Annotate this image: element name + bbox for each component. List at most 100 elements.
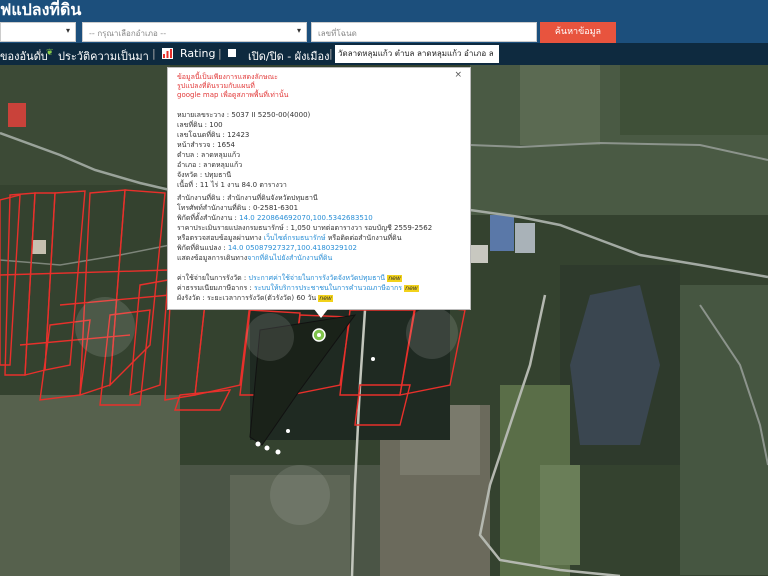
land-no-row: เลขที่ดิน : 100 [177, 121, 223, 131]
parcel-coord-label: พิกัดที่ดินแปลง : [177, 244, 226, 252]
district-label: อำเภอ : [177, 161, 201, 169]
office-value: สำนักงานที่ดินจังหวัดปทุมธานี [227, 194, 318, 202]
price-row: ราคาประเมินรายแปลงกรมธนารักษ์ : 1,050 บา… [177, 224, 432, 234]
leaf-icon: ❦ [46, 48, 54, 58]
toolbar-item-history[interactable]: ประวัติความเป็นมา [58, 47, 149, 65]
check-row: หรือตรวจสอบข้อมูลผ่านทาง เว็บไซต์กรมธนาร… [177, 234, 402, 244]
caret-down-icon: ▾ [65, 26, 70, 35]
duration-label: ผังรังวัด : [177, 294, 205, 302]
area-value: 11 ไร่ 1 งาน 84.0 ตารางวา [199, 181, 287, 189]
check-suffix: หรือติดต่อสำนักงานที่ดิน [327, 234, 402, 242]
tax-link[interactable]: ระบบให้บริการประชาชนในการคำนวณภาษีอากร [254, 284, 402, 292]
office-row: สำนักงานที่ดิน : สำนักงานที่ดินจังหวัดปท… [177, 194, 318, 204]
toolbar-divider: | [218, 47, 222, 60]
chart-icon [162, 48, 173, 59]
page-row: หน้าสำรวจ : 1654 [177, 141, 235, 151]
tax-row: ค่าธรรมเนียมภาษีอากร : ระบบให้บริการประช… [177, 284, 419, 294]
district-select-value: -- กรุณาเลือกอำเภอ -- [89, 29, 167, 38]
parcel-coord-link[interactable]: 14.0 05087927327,100.4180329102 [228, 244, 357, 252]
parcel-coord-row: พิกัดที่ดินแปลง : 14.0 05087927327,100.4… [177, 244, 357, 254]
district-value: ลาดหลุมแก้ว [203, 161, 243, 169]
page-title: ฟแปลงที่ดิน [0, 0, 82, 19]
route-text: แสดงข้อมูลการเดินทาง [177, 254, 248, 262]
office-coord-link[interactable]: 14.0 220864692070,100.5342683510 [239, 214, 373, 222]
deed-row: เลขโฉนดที่ดิน : 12423 [177, 131, 249, 141]
area-row: เนื้อที่ : 11 ไร่ 1 งาน 84.0 ตารางวา [177, 181, 287, 191]
field-area [520, 65, 600, 145]
treasury-link[interactable]: เว็บไซต์กรมธนารักษ์ [264, 234, 326, 242]
fee-link[interactable]: ประกาศค่าใช้จ่ายในการรังวัดจังหวัดปทุมธา… [249, 274, 386, 282]
deed-value: 12423 [227, 131, 250, 139]
land-no-label: เลขที่ดิน : [177, 121, 207, 129]
field-area [620, 65, 768, 135]
survey-point [371, 357, 375, 361]
building [490, 215, 514, 251]
app-header: ฟแปลงที่ดิน ▾ -- กรุณาเลือกอำเภอ -- ▾ เล… [0, 0, 768, 43]
building [32, 240, 46, 254]
square-icon [228, 49, 236, 57]
survey-label: หมายเลขระวาง : [177, 111, 230, 119]
parcel-info-popup: × ข้อมูลนี้เป็นเพียงการแสดงลักษณะ รูปแปล… [167, 67, 471, 310]
price-value: 1,050 บาทต่อตารางวา รอบบัญชี 2559-2562 [290, 224, 433, 232]
survey-point [275, 449, 281, 455]
toolbar-divider: | [152, 47, 156, 60]
province-row: จังหวัด : ปทุมธานี [177, 171, 231, 181]
search-button[interactable]: ค้นหาข้อมูล [540, 22, 616, 43]
survey-circle [246, 313, 294, 361]
survey-circle [75, 297, 135, 357]
survey-point [264, 445, 270, 451]
subdistrict-value: ลาดหลุมแก้ว [201, 151, 240, 159]
toolbar-divider: | [329, 47, 333, 60]
duration-row: ผังรังวัด : ระยะเวลาการรังวัด(ตัวรังวัด)… [177, 294, 333, 304]
subdistrict-row: ตำบล : ลาดหลุมแก้ว [177, 151, 240, 161]
close-icon[interactable]: × [454, 70, 462, 81]
province-value: ปทุมธานี [204, 171, 232, 179]
phone-row: โทรศัพท์สำนักงานที่ดิน : 0-2581-6301 [177, 204, 298, 214]
building [8, 103, 26, 127]
survey-point [255, 441, 261, 447]
phone-label: โทรศัพท์สำนักงานที่ดิน : [177, 204, 251, 212]
office-coord-label: พิกัดที่ตั้งสำนักงาน : [177, 214, 237, 222]
location-input[interactable]: วัดลาดหลุมแก้ว ตำบล ลาดหลุมแก้ว อำเภอ ล [335, 45, 499, 63]
field-area [540, 465, 580, 565]
tax-label: ค่าธรรมเนียมภาษีอากร : [177, 284, 252, 292]
toolbar-item-zoning-toggle[interactable]: เปิด/ปิด - ผังเมือง [248, 47, 330, 65]
district-row: อำเภอ : ลาดหลุมแก้ว [177, 161, 242, 171]
office-label: สำนักงานที่ดิน : [177, 194, 225, 202]
survey-circle [406, 307, 458, 359]
survey-point [286, 429, 290, 433]
building [470, 245, 488, 263]
page-label: หน้าสำรวจ : [177, 141, 215, 149]
caret-down-icon: ▾ [296, 26, 301, 35]
survey-value: 5037 II 5250-00(4000) [231, 111, 311, 119]
new-badge: new [318, 295, 333, 302]
province-label: จังหวัด : [177, 171, 203, 179]
field-area [0, 395, 180, 576]
district-select[interactable]: -- กรุณาเลือกอำเภอ -- ▾ [82, 22, 307, 42]
route-link[interactable]: จากที่ดินไปยังสำนักงานที่ดิน [247, 254, 332, 262]
land-no-value: 100 [209, 121, 223, 129]
new-badge: new [404, 285, 419, 292]
field-area [680, 285, 768, 575]
popup-pointer [314, 309, 328, 318]
toolbar: ของอันดับ | ❦ ประวัติความเป็นมา | Rating… [0, 43, 768, 65]
building [515, 223, 535, 253]
map-marker-icon[interactable] [312, 328, 326, 342]
parcel-number-placeholder: เลขที่โฉนด [318, 29, 357, 38]
office-coord-row: พิกัดที่ตั้งสำนักงาน : 14.0 220864692070… [177, 214, 373, 224]
survey-row: หมายเลขระวาง : 5037 II 5250-00(4000) [177, 111, 310, 121]
fee-label: ค่าใช้จ่ายในการรังวัด : [177, 274, 247, 282]
parcel-number-input[interactable]: เลขที่โฉนด [311, 22, 537, 42]
survey-circle [270, 465, 330, 525]
area-label: เนื้อที่ : [177, 181, 198, 189]
fee-row: ค่าใช้จ่ายในการรังวัด : ประกาศค่าใช้จ่าย… [177, 274, 402, 284]
route-row: แสดงข้อมูลการเดินทางจากที่ดินไปยังสำนักง… [177, 254, 332, 264]
check-text: หรือตรวจสอบข้อมูลผ่านทาง [177, 234, 262, 242]
price-label: ราคาประเมินรายแปลงกรมธนารักษ์ : [177, 224, 289, 232]
notice-line-3: google map เพื่อดูสภาพพื้นที่เท่านั้น [177, 91, 289, 99]
page-value: 1654 [217, 141, 235, 149]
province-select[interactable]: ▾ [0, 22, 76, 42]
toolbar-item-rating[interactable]: Rating [180, 47, 215, 60]
duration-value: ระยะเวลาการรังวัด(ตัวรังวัด) 60 วัน [207, 294, 317, 302]
deed-label: เลขโฉนดที่ดิน : [177, 131, 225, 139]
